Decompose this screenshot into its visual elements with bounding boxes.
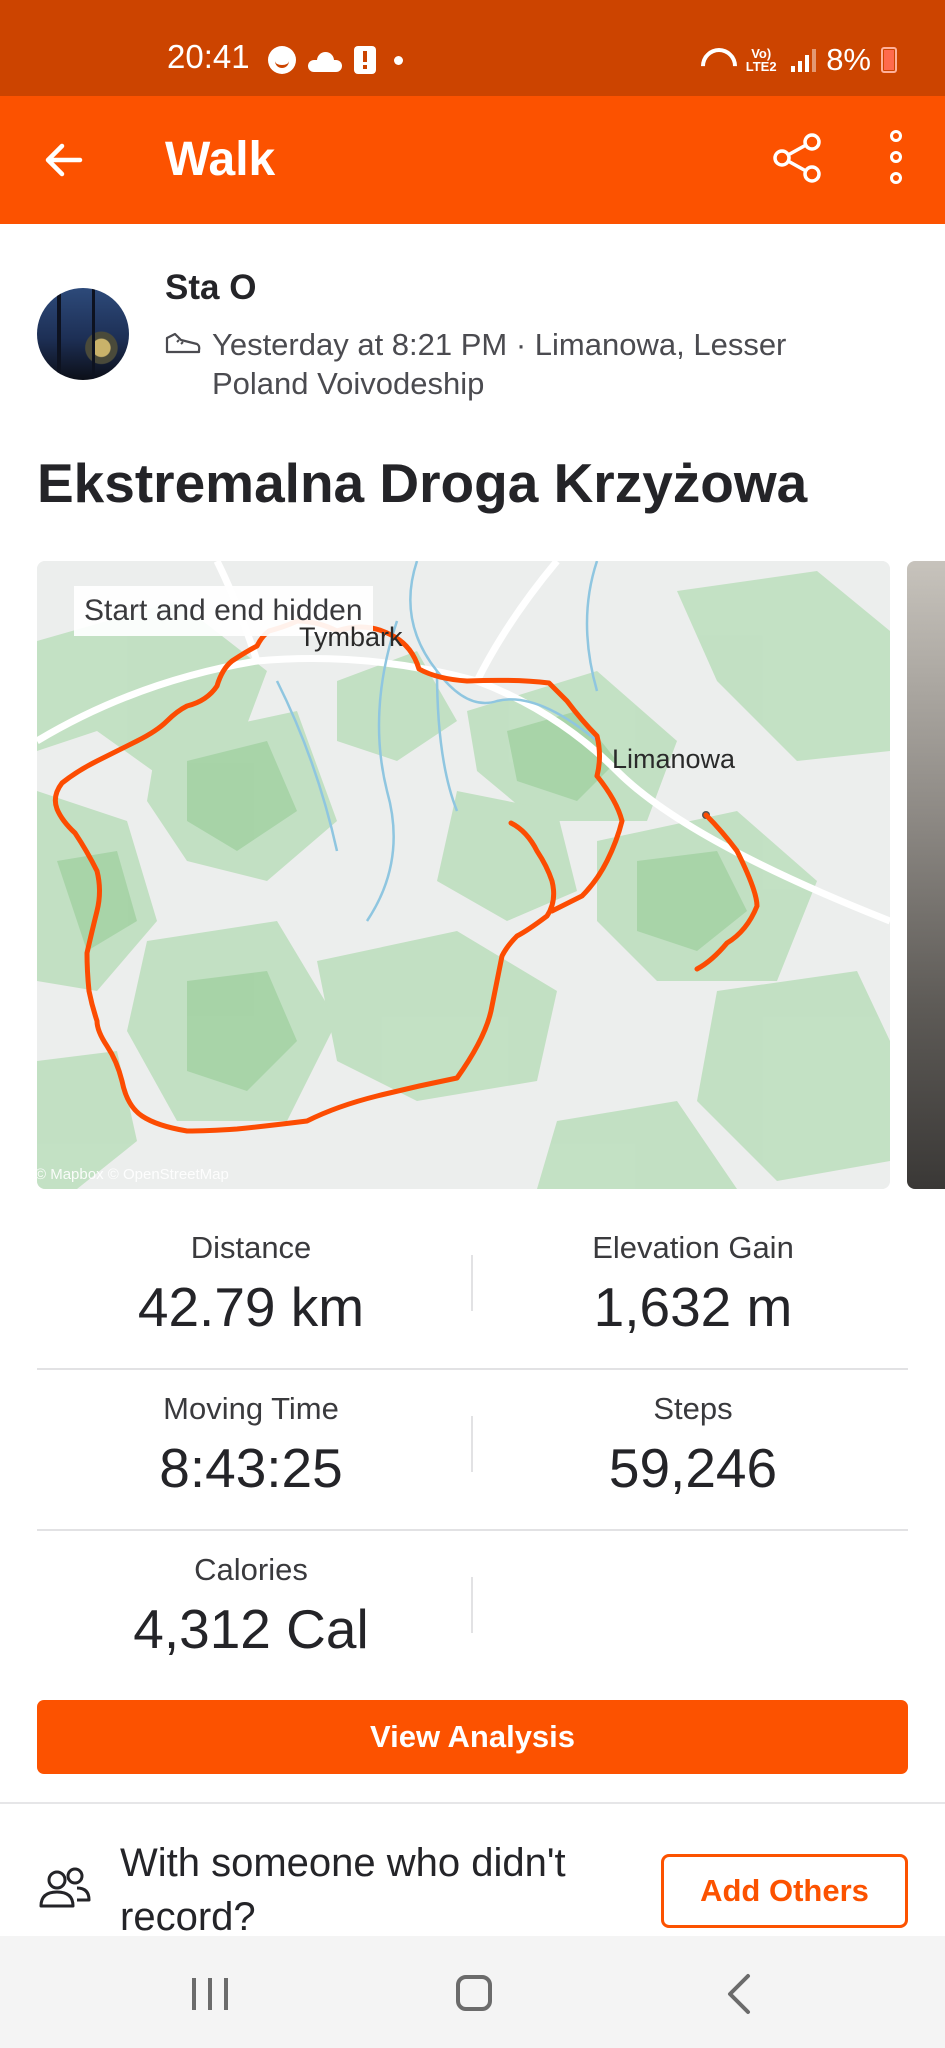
system-nav-bar xyxy=(0,1936,945,2048)
athlete-name[interactable]: Sta O xyxy=(165,266,256,310)
recent-apps-icon-bar xyxy=(208,1978,212,2010)
stat-label: Calories xyxy=(194,1552,308,1587)
stat-elevation-gain: Elevation Gain 1,632 m xyxy=(473,1228,913,1340)
recent-apps-icon-bar xyxy=(224,1978,228,2010)
battery-percentage: 8% xyxy=(826,42,871,77)
map-label-tymbark: Tymbark xyxy=(299,622,403,652)
with-someone-prompt: With someone who didn't record? xyxy=(120,1841,566,1939)
wifi-icon xyxy=(701,48,731,72)
stat-label: Elevation Gain xyxy=(592,1230,794,1265)
cloud-icon xyxy=(308,52,342,72)
shoe-icon xyxy=(165,332,201,354)
volte-label: Vo) LTE2 xyxy=(745,45,777,74)
page-title: Walk xyxy=(165,133,276,186)
stat-label: Steps xyxy=(653,1391,733,1426)
map-canvas xyxy=(37,561,890,1189)
more-options-button[interactable] xyxy=(872,128,920,188)
divider xyxy=(471,1577,473,1633)
activity-photo-thumbnail[interactable] xyxy=(907,561,945,1189)
add-others-button[interactable]: Add Others xyxy=(661,1854,908,1928)
status-system-icons: Vo) LTE2 8% xyxy=(701,44,897,75)
home-button[interactable] xyxy=(456,1975,492,2011)
stat-value: 1,632 m xyxy=(593,1276,793,1338)
share-button[interactable] xyxy=(768,128,828,188)
more-vertical-icon-dot xyxy=(890,151,902,163)
recent-apps-icon xyxy=(192,1978,196,2010)
battery-icon xyxy=(881,46,897,73)
map-label-limanowa: Limanowa xyxy=(612,744,736,774)
status-bar: 20:41 Vo) LTE2 8% xyxy=(0,0,945,96)
app-bar: Walk xyxy=(0,96,945,224)
arrow-left-icon xyxy=(45,143,83,177)
divider xyxy=(37,1368,908,1370)
route-map[interactable]: Start and end hidden Tymbark Limanowa © … xyxy=(37,561,890,1189)
recent-apps-button[interactable] xyxy=(190,1976,230,2012)
activity-meta: Yesterday at 8:21 PM · Limanowa, Lesser … xyxy=(212,327,787,401)
more-vertical-icon-dot xyxy=(890,172,902,184)
chevron-left-icon xyxy=(728,1974,750,2014)
stat-label: Moving Time xyxy=(163,1391,339,1426)
stat-value: 59,246 xyxy=(608,1437,778,1499)
status-time: 20:41 xyxy=(167,38,250,75)
stat-value: 4,312 Cal xyxy=(133,1598,369,1660)
athlete-avatar[interactable] xyxy=(37,288,129,380)
section-divider xyxy=(0,1802,945,1804)
stat-calories: Calories 4,312 Cal xyxy=(31,1550,471,1662)
status-notifications xyxy=(268,46,403,74)
map-attribution: © Mapbox © OpenStreetMap xyxy=(37,1166,229,1183)
stat-value: 8:43:25 xyxy=(159,1437,343,1499)
stat-steps: Steps 59,246 xyxy=(473,1389,913,1501)
more-vertical-icon xyxy=(890,130,902,142)
signal-icon xyxy=(791,48,817,72)
view-analysis-button[interactable]: View Analysis xyxy=(37,1700,908,1774)
stat-label: Distance xyxy=(190,1230,312,1265)
system-back-button[interactable] xyxy=(720,1972,760,2016)
stat-distance: Distance 42.79 km xyxy=(31,1228,471,1340)
stat-moving-time: Moving Time 8:43:25 xyxy=(31,1389,471,1501)
alert-icon xyxy=(354,46,376,74)
divider xyxy=(37,1529,908,1531)
more-notifications-dot-icon xyxy=(394,55,403,65)
activity-title: Ekstremalna Droga Krzyżowa xyxy=(37,452,808,514)
share-icon xyxy=(773,133,821,183)
back-button[interactable] xyxy=(38,134,90,186)
stat-value: 42.79 km xyxy=(137,1276,365,1338)
smiley-icon xyxy=(268,46,296,74)
group-icon xyxy=(39,1867,91,1908)
